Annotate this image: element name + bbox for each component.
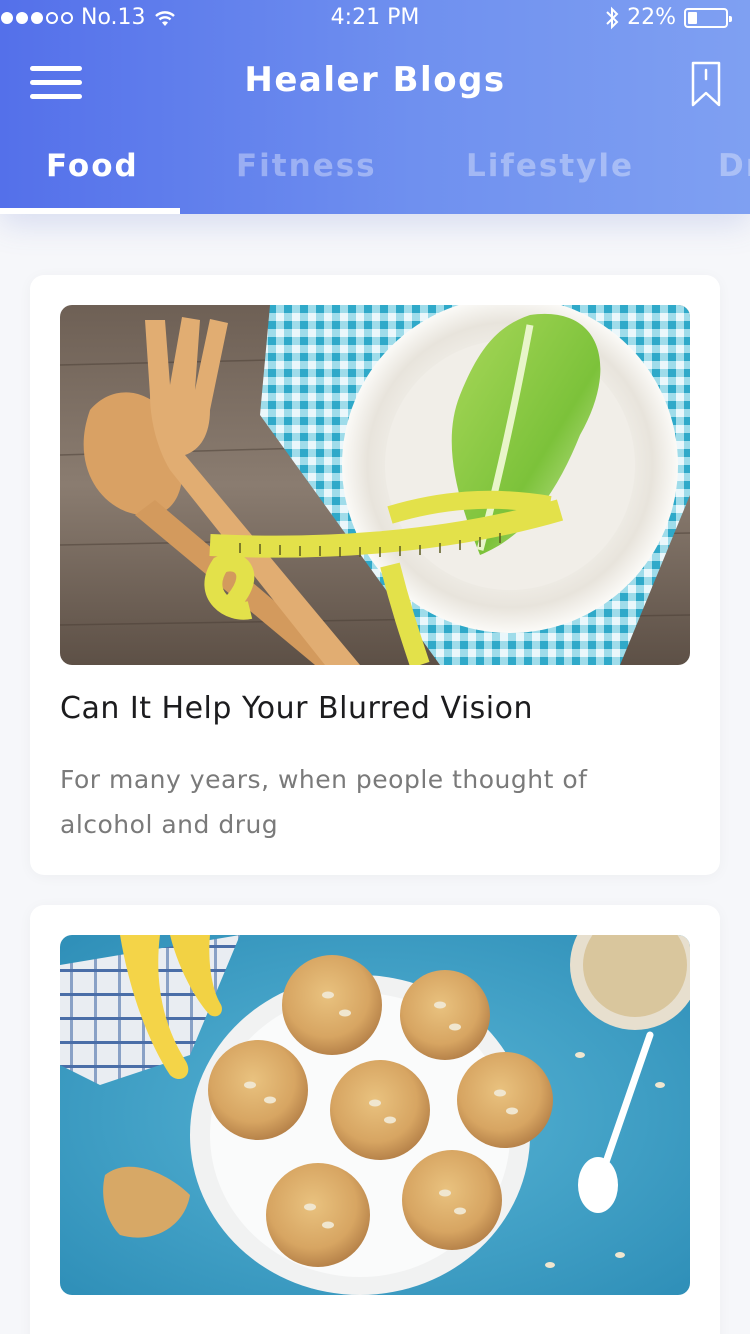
post-title[interactable]: Can It Help Your Blurred Vision (60, 691, 533, 726)
category-tabs: Food Fitness Lifestyle Dr (0, 140, 750, 214)
tab-dr[interactable]: Dr (718, 148, 750, 184)
tab-food[interactable]: Food (46, 148, 139, 184)
battery-percent: 22% (627, 5, 676, 30)
app-header: No.13 4:21 PM 22% Healer Blogs Food Fitn… (0, 0, 750, 214)
bookmark-icon[interactable] (690, 60, 722, 108)
status-bar: No.13 4:21 PM 22% (0, 0, 750, 40)
salad-plate-measuring-tape-photo[interactable] (60, 305, 690, 665)
blog-card[interactable] (30, 905, 720, 1334)
app-title: Healer Blogs (244, 60, 506, 100)
battery-level (688, 11, 697, 24)
status-right: 22% (605, 5, 732, 30)
battery-tip (729, 15, 732, 22)
bluetooth-icon (606, 6, 619, 29)
tab-fitness[interactable]: Fitness (236, 148, 377, 184)
active-tab-indicator (0, 208, 180, 214)
post-excerpt: For many years, when people thought of a… (60, 765, 588, 839)
tab-lifestyle[interactable]: Lifestyle (466, 148, 634, 184)
oat-muffins-bananas-photo[interactable] (60, 935, 690, 1295)
battery-icon (684, 7, 732, 28)
blog-card[interactable]: Can It Help Your Blurred Vision For many… (30, 275, 720, 875)
